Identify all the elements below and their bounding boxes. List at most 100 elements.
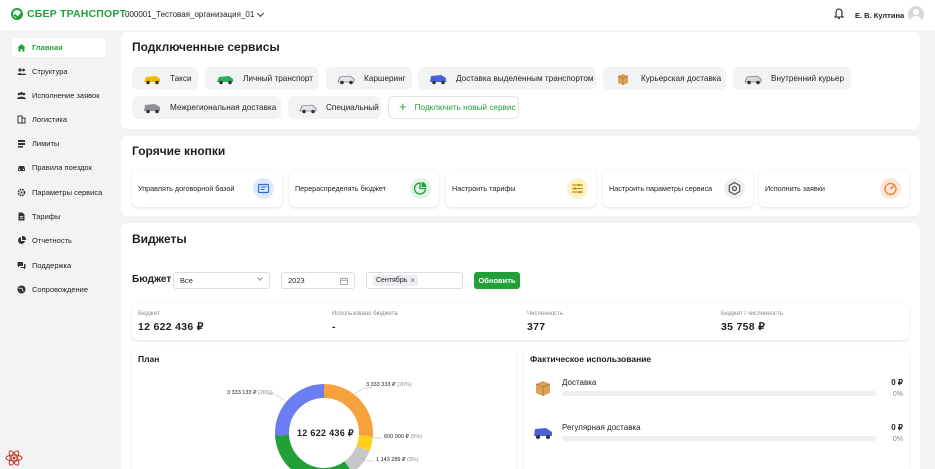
widgets-title: Виджеты — [132, 232, 187, 246]
usage-progress-bar — [562, 391, 876, 396]
sidebar-item-home[interactable]: Главная — [12, 38, 106, 57]
sidebar-item-trip-rules[interactable]: Правила поездок — [12, 158, 106, 177]
plus-icon: + — [399, 99, 407, 114]
sidebar-item-support[interactable]: Поддержка — [12, 256, 106, 275]
organization-selector[interactable]: 000001_Тестовая_организация_01 — [125, 9, 265, 19]
stat-headcount-value: 377 — [527, 321, 546, 333]
sidebar-item-escort[interactable]: Сопровождение — [12, 280, 106, 299]
add-service-label: Подключить новый сервис — [414, 103, 516, 112]
close-icon[interactable]: × — [410, 276, 415, 285]
service-chip-courier-delivery[interactable]: Курьерская доставка — [603, 67, 726, 90]
month-tag: Сентябрь × — [373, 275, 419, 286]
service-chip-label: Курьерская доставка — [641, 74, 722, 83]
service-chip-label: Внутренний курьер — [771, 74, 844, 83]
taxi-car-icon — [144, 75, 160, 84]
logo-text: СБЕР ТРАНСПОРТ — [27, 8, 127, 20]
year-picker[interactable]: 2023 — [281, 272, 355, 289]
sidebar-item-tariffs[interactable]: Тарифы — [12, 207, 106, 226]
users-icon — [17, 68, 26, 75]
chevron-down-icon — [257, 275, 263, 281]
refresh-button[interactable]: Обновить — [474, 272, 520, 289]
hot-buttons-title: Горячие кнопки — [132, 144, 226, 158]
department-select-value: Все — [180, 276, 193, 285]
sidebar-item-label: Лимиты — [32, 139, 60, 148]
user-name[interactable]: Е. В. Култина — [855, 11, 904, 20]
usage-item-label: Доставка — [562, 378, 597, 387]
bell-icon[interactable] — [834, 8, 844, 20]
usage-item-value: 0 ₽ — [891, 378, 903, 387]
budget-stats: Бюджет 12 622 436 ₽ Использовано бюджета… — [132, 304, 909, 340]
sidebar-item-label: Поддержка — [32, 261, 72, 270]
usage-progress-bar — [562, 436, 876, 441]
actual-usage-title: Фактическое использование — [530, 354, 652, 364]
speedometer-icon — [880, 178, 901, 199]
sidebar-item-label: Сопровождение — [32, 285, 89, 294]
plan-donut-chart — [266, 384, 382, 469]
stat-budget-label: Бюджет — [138, 311, 160, 317]
top-bar: СБЕР ТРАНСПОРТ 000001_Тестовая_организац… — [0, 0, 935, 30]
year-picker-value: 2023 — [288, 276, 305, 285]
service-chip-label: Доставка выделенным транспортом — [456, 74, 594, 83]
leader-line — [353, 387, 372, 395]
sidebar-item-requests[interactable]: Исполнение заявок — [12, 86, 106, 105]
usage-item-value: 0 ₽ — [891, 423, 903, 432]
sidebar-item-structure[interactable]: Структура — [12, 62, 106, 81]
limits-icon — [18, 140, 25, 148]
sliders-icon — [567, 178, 588, 199]
hot-button-tariffs[interactable]: Настроить тарифы — [446, 170, 596, 207]
service-chip-dedicated-delivery[interactable]: Доставка выделенным транспортом — [418, 67, 596, 90]
sidebar-item-label: Логистика — [32, 115, 68, 124]
service-chip-personal[interactable]: Личный транспорт — [205, 67, 319, 90]
stat-used-value: - — [332, 321, 336, 333]
box-icon — [535, 381, 551, 396]
chevron-down-icon — [257, 9, 265, 17]
service-chip-label: Личный транспорт — [243, 74, 314, 83]
green-car-icon — [217, 75, 233, 84]
sidebar-item-logistics[interactable]: Логистика — [12, 110, 106, 129]
donut-label-orange: 3 333 333 ₽ (26%) — [366, 382, 412, 388]
gear-icon — [17, 188, 26, 197]
sidebar-item-service-params[interactable]: Параметры сервиса — [12, 183, 106, 202]
hot-button-budget[interactable]: Перераспределять бюджет — [289, 170, 439, 207]
sidebar-item-label: Структура — [32, 67, 68, 76]
service-chip-internal-courier[interactable]: Внутренний курьер — [733, 67, 851, 90]
donut-label-value: 3 333 333 ₽ — [366, 382, 396, 388]
service-chip-taxi[interactable]: Такси — [132, 67, 198, 90]
box-icon — [617, 73, 629, 85]
special-car-icon — [299, 104, 317, 113]
service-chip-label: Межрегиональная доставка — [170, 103, 277, 112]
hot-button-execute-requests[interactable]: Исполнить заявки — [759, 170, 909, 207]
service-chip-interregional[interactable]: Межрегиональная доставка — [132, 96, 281, 119]
avatar[interactable] — [908, 6, 924, 22]
sidebar-item-reports[interactable]: Отчетность — [12, 231, 106, 250]
budget-filter-title: Бюджет — [132, 274, 172, 285]
people-icon — [17, 92, 26, 99]
donut-label-value: 3 333 133 ₽ — [227, 390, 257, 396]
document-icon — [18, 212, 25, 221]
logistics-icon — [17, 115, 26, 124]
donut-label-gray: 1 143 289 ₽ (9%) — [376, 457, 419, 463]
service-chip-label: Такси — [170, 74, 192, 83]
sidebar-item-label: Исполнение заявок — [32, 91, 100, 100]
stat-used-label: Использовано бюджета — [332, 311, 398, 317]
hot-button-label: Управлять договорной базой — [138, 184, 235, 193]
department-select[interactable]: Все — [173, 272, 270, 289]
pie-icon — [18, 236, 26, 244]
add-service-button[interactable]: + Подключить новый сервис — [388, 96, 519, 119]
service-chip-carsharing[interactable]: Каршеринг — [326, 67, 412, 90]
usage-item-label: Регулярная доставка — [562, 423, 641, 432]
month-select[interactable]: Сентябрь × — [366, 272, 463, 289]
sidebar-item-label: Тарифы — [32, 212, 61, 221]
home-icon — [17, 44, 26, 52]
hot-button-contracts[interactable]: Управлять договорной базой — [132, 170, 282, 207]
sidebar: Главная Структура Исполнение заявок Логи… — [0, 30, 114, 469]
hot-button-label: Настроить параметры сервиса — [609, 184, 713, 193]
service-chip-special[interactable]: Специальный — [288, 96, 381, 119]
logo[interactable]: СБЕР ТРАНСПОРТ — [11, 8, 126, 20]
hot-button-service-params[interactable]: Настроить параметры сервиса — [603, 170, 753, 207]
plan-total: 12 622 436 ₽ — [297, 428, 354, 438]
stat-budget-value: 12 622 436 ₽ — [138, 321, 204, 333]
sidebar-item-limits[interactable]: Лимиты — [12, 134, 106, 153]
react-devtools-icon[interactable] — [5, 449, 23, 467]
stat-headcount-label: Численность — [527, 311, 564, 317]
